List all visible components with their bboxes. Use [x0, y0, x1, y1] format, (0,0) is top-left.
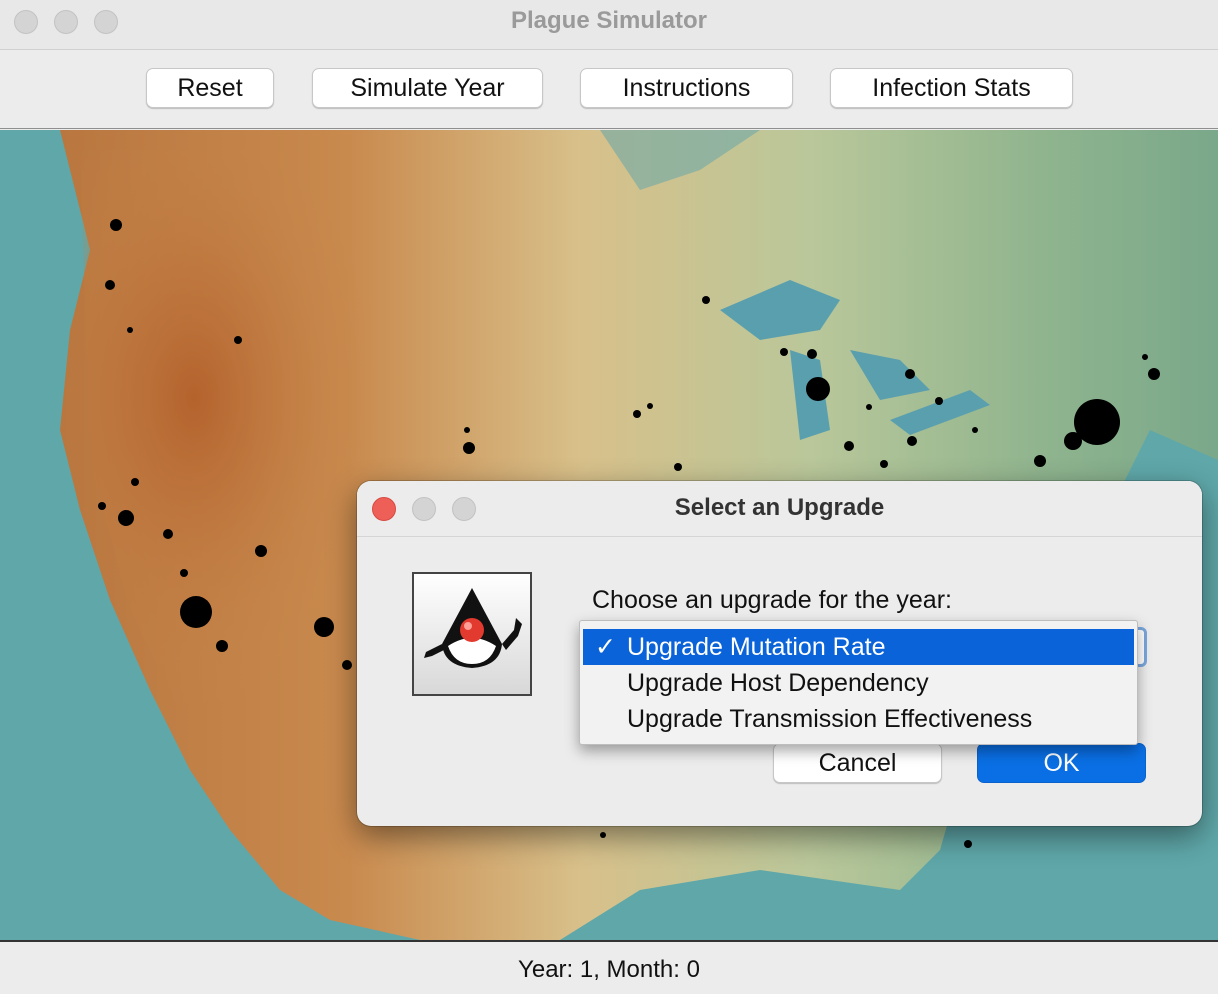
upgrade-prompt: Choose an upgrade for the year:	[592, 586, 952, 614]
cancel-button[interactable]: Cancel	[773, 743, 942, 783]
window-title: Plague Simulator	[510, 7, 708, 34]
infection-dot	[464, 427, 470, 433]
infection-dot	[866, 404, 872, 410]
option-upgrade-host-dependency[interactable]: Upgrade Host Dependency	[583, 665, 1134, 701]
infection-dot	[131, 478, 139, 486]
infection-dot	[110, 219, 122, 231]
infection-dot	[127, 327, 133, 333]
reset-button[interactable]: Reset	[146, 68, 274, 108]
infection-dot	[1148, 368, 1160, 380]
infection-dot	[234, 336, 242, 344]
infection-dot	[216, 640, 228, 652]
infection-dot	[880, 460, 888, 468]
instructions-button[interactable]: Instructions	[580, 68, 793, 108]
option-upgrade-transmission-effectiveness[interactable]: Upgrade Transmission Effectiveness	[583, 701, 1134, 737]
infection-dot	[1074, 399, 1120, 445]
infection-dot	[118, 510, 134, 526]
infection-dot	[1034, 455, 1046, 467]
infection-dot	[807, 349, 817, 359]
infection-dot	[1142, 354, 1148, 360]
infection-dot	[964, 840, 972, 848]
infection-dot	[600, 832, 606, 838]
infection-dot	[105, 280, 115, 290]
infection-dot	[255, 545, 267, 557]
checkmark-icon: ✓	[595, 633, 616, 661]
option-upgrade-mutation-rate[interactable]: ✓ Upgrade Mutation Rate	[583, 629, 1134, 665]
window-titlebar: Plague Simulator	[0, 0, 1218, 50]
infection-dot	[180, 596, 212, 628]
infection-dot	[633, 410, 641, 418]
infection-stats-button[interactable]: Infection Stats	[830, 68, 1073, 108]
ok-button[interactable]: OK	[977, 743, 1146, 783]
infection-dot	[180, 569, 188, 577]
infection-dot	[98, 502, 106, 510]
status-bar: Year: 1, Month: 0	[0, 940, 1218, 994]
option-label: Upgrade Mutation Rate	[627, 633, 886, 661]
toolbar: Reset Simulate Year Instructions Infecti…	[0, 51, 1218, 129]
infection-dot	[806, 377, 830, 401]
infection-dot	[702, 296, 710, 304]
dialog-title: Select an Upgrade	[674, 494, 885, 521]
year-month-status: Year: 1, Month: 0	[518, 956, 700, 983]
infection-dot	[674, 463, 682, 471]
option-label: Upgrade Host Dependency	[627, 669, 929, 697]
java-duke-icon	[412, 572, 532, 696]
infection-dot	[314, 617, 334, 637]
infection-dot	[780, 348, 788, 356]
option-label: Upgrade Transmission Effectiveness	[627, 705, 1033, 733]
infection-dot	[463, 442, 475, 454]
infection-dot	[905, 369, 915, 379]
infection-dot	[163, 529, 173, 539]
dialog-titlebar: Select an Upgrade	[357, 481, 1202, 537]
infection-dot	[935, 397, 943, 405]
infection-dot	[972, 427, 978, 433]
infection-dot	[342, 660, 352, 670]
infection-dot	[907, 436, 917, 446]
infection-dot	[647, 403, 653, 409]
simulate-year-button[interactable]: Simulate Year	[312, 68, 543, 108]
upgrade-dropdown-list: ✓ Upgrade Mutation Rate Upgrade Host Dep…	[579, 620, 1138, 745]
infection-dot	[844, 441, 854, 451]
